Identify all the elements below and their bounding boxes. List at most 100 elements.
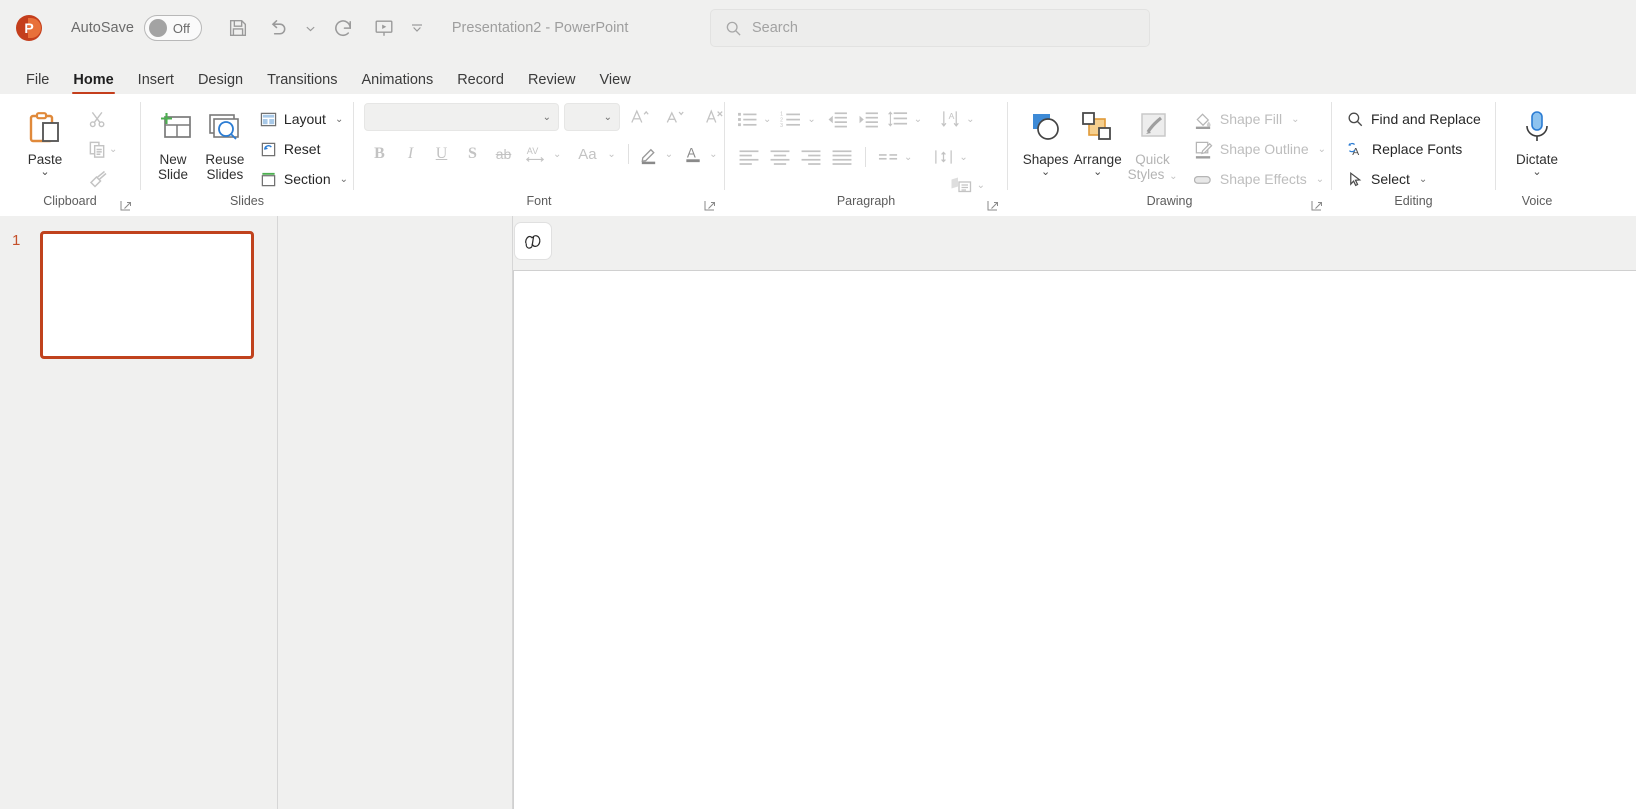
shape-effects-chevron-down-icon[interactable]: ⌄ (1316, 174, 1324, 185)
tab-transitions[interactable]: Transitions (255, 72, 349, 95)
tab-design[interactable]: Design (186, 72, 255, 95)
paragraph-group-label: Paragraph (836, 194, 896, 208)
align-right-button[interactable] (795, 142, 826, 172)
tab-record[interactable]: Record (445, 72, 516, 95)
paste-button[interactable]: Paste ⌄ (14, 100, 76, 178)
reset-button[interactable]: Reset (255, 134, 353, 164)
font-name-combo[interactable]: ⌄ (364, 103, 559, 131)
dictate-chevron-down-icon[interactable]: ⌄ (1532, 167, 1541, 178)
shape-effects-button[interactable]: Shape Effects ⌄ (1189, 164, 1331, 194)
section-chevron-down-icon[interactable]: ⌄ (340, 174, 348, 185)
center-button[interactable] (764, 142, 795, 172)
editing-group-label: Editing (1394, 194, 1433, 208)
select-button[interactable]: Select ⌄ (1342, 164, 1486, 194)
replace-fonts-button[interactable]: A Replace Fonts (1342, 134, 1486, 164)
copilot-button[interactable] (514, 222, 552, 260)
columns-button[interactable] (874, 142, 902, 172)
strikethrough-button[interactable]: ab (488, 139, 519, 169)
text-direction-button[interactable]: A (936, 104, 964, 134)
layout-button[interactable]: Layout ⌄ (255, 104, 353, 134)
bold-button[interactable]: B (364, 139, 395, 169)
reuse-slides-button[interactable]: Reuse Slides (199, 100, 251, 182)
undo-button[interactable] (258, 10, 298, 46)
search-box[interactable] (710, 9, 1150, 47)
section-button[interactable]: Section ⌄ (255, 164, 353, 194)
tab-insert[interactable]: Insert (126, 72, 186, 95)
line-spacing-button[interactable] (884, 104, 912, 134)
font-dialog-launcher-icon[interactable] (704, 200, 717, 213)
font-size-combo[interactable]: ⌄ (564, 103, 620, 131)
character-spacing-button[interactable]: AV (519, 139, 551, 169)
autosave-toggle[interactable]: Off (143, 15, 202, 41)
slide-canvas[interactable] (513, 270, 1636, 809)
quick-styles-button[interactable]: Quick Styles ⌄ (1124, 100, 1181, 184)
text-highlight-color-button[interactable] (635, 139, 663, 169)
columns-chevron-down-icon[interactable]: ⌄ (904, 152, 912, 163)
line-spacing-chevron-down-icon[interactable]: ⌄ (914, 114, 922, 125)
copy-button[interactable]: ⌄ (80, 134, 117, 164)
dictate-button[interactable]: Dictate ⌄ (1502, 100, 1572, 178)
copy-chevron-down-icon[interactable]: ⌄ (109, 144, 117, 155)
quick-styles-chevron-down-icon[interactable]: ⌄ (1166, 171, 1177, 182)
align-text-button[interactable] (929, 142, 957, 172)
shape-fill-chevron-down-icon[interactable]: ⌄ (1291, 114, 1299, 125)
tab-animations[interactable]: Animations (349, 72, 445, 95)
convert-to-smartart-chevron-down-icon[interactable]: ⌄ (977, 180, 985, 191)
change-case-button[interactable]: Aa (569, 139, 605, 169)
font-size-chevron-down-icon[interactable]: ⌄ (604, 112, 612, 123)
customize-quick-access-toolbar-icon[interactable] (404, 10, 430, 46)
redo-button[interactable] (324, 10, 364, 46)
start-presentation-button[interactable] (364, 10, 404, 46)
shape-outline-button[interactable]: Shape Outline ⌄ (1189, 134, 1331, 164)
tab-view[interactable]: View (588, 72, 643, 95)
character-spacing-chevron-down-icon[interactable]: ⌄ (553, 149, 561, 160)
arrange-button[interactable]: Arrange ⌄ (1071, 100, 1124, 178)
ribbon-group-slides: New Slide Reuse Slides Layout ⌄ Reset Se… (141, 94, 353, 216)
tab-file[interactable]: File (14, 72, 61, 95)
font-name-chevron-down-icon[interactable]: ⌄ (543, 112, 551, 123)
font-color-button[interactable]: A (679, 139, 707, 169)
decrease-font-size-button[interactable] (660, 102, 690, 132)
shape-outline-chevron-down-icon[interactable]: ⌄ (1318, 144, 1326, 155)
align-text-chevron-down-icon[interactable]: ⌄ (959, 152, 967, 163)
paragraph-dialog-launcher-icon[interactable] (987, 200, 1000, 213)
clipboard-dialog-launcher-icon[interactable] (120, 200, 133, 213)
text-shadow-button[interactable]: S (457, 139, 488, 169)
format-painter-button[interactable] (80, 164, 117, 194)
bullets-button[interactable] (733, 104, 761, 134)
shape-fill-button[interactable]: Shape Fill ⌄ (1189, 104, 1331, 134)
undo-dropdown-chevron-down-icon[interactable] (298, 10, 324, 46)
tab-review[interactable]: Review (516, 72, 588, 95)
justify-button[interactable] (826, 142, 857, 172)
shapes-chevron-down-icon[interactable]: ⌄ (1041, 167, 1050, 178)
font-color-chevron-down-icon[interactable]: ⌄ (709, 149, 717, 160)
paste-chevron-down-icon[interactable]: ⌄ (40, 167, 49, 178)
editing-buttons: Find and Replace A Replace Fonts Select … (1342, 100, 1486, 194)
increase-indent-button[interactable] (853, 104, 884, 134)
drawing-dialog-launcher-icon[interactable] (1311, 200, 1324, 213)
shapes-button[interactable]: Shapes ⌄ (1020, 100, 1071, 178)
increase-font-size-button[interactable] (625, 102, 655, 132)
save-button[interactable] (218, 10, 258, 46)
underline-button[interactable]: U (426, 139, 457, 169)
new-slide-button[interactable]: New Slide (147, 100, 199, 182)
find-and-replace-button[interactable]: Find and Replace (1342, 104, 1486, 134)
align-left-button[interactable] (733, 142, 764, 172)
numbering-button[interactable]: 1 2 3 (777, 104, 805, 134)
arrange-chevron-down-icon[interactable]: ⌄ (1093, 167, 1102, 178)
cut-button[interactable] (80, 104, 117, 134)
search-input[interactable] (752, 20, 1112, 36)
tab-home[interactable]: Home (61, 72, 125, 95)
text-highlight-chevron-down-icon[interactable]: ⌄ (665, 149, 673, 160)
slide-thumbnail-1[interactable] (40, 231, 254, 359)
bullets-chevron-down-icon[interactable]: ⌄ (763, 114, 771, 125)
text-direction-chevron-down-icon[interactable]: ⌄ (966, 114, 974, 125)
layout-chevron-down-icon[interactable]: ⌄ (335, 114, 343, 125)
select-chevron-down-icon[interactable]: ⌄ (1419, 174, 1427, 185)
numbering-chevron-down-icon[interactable]: ⌄ (807, 114, 815, 125)
ribbon-tab-strip: File Home Insert Design Transitions Anim… (0, 56, 1636, 94)
paste-button-label: Paste (27, 152, 63, 167)
italic-button[interactable]: I (395, 139, 426, 169)
decrease-indent-button[interactable] (822, 104, 853, 134)
change-case-chevron-down-icon[interactable]: ⌄ (607, 149, 615, 160)
